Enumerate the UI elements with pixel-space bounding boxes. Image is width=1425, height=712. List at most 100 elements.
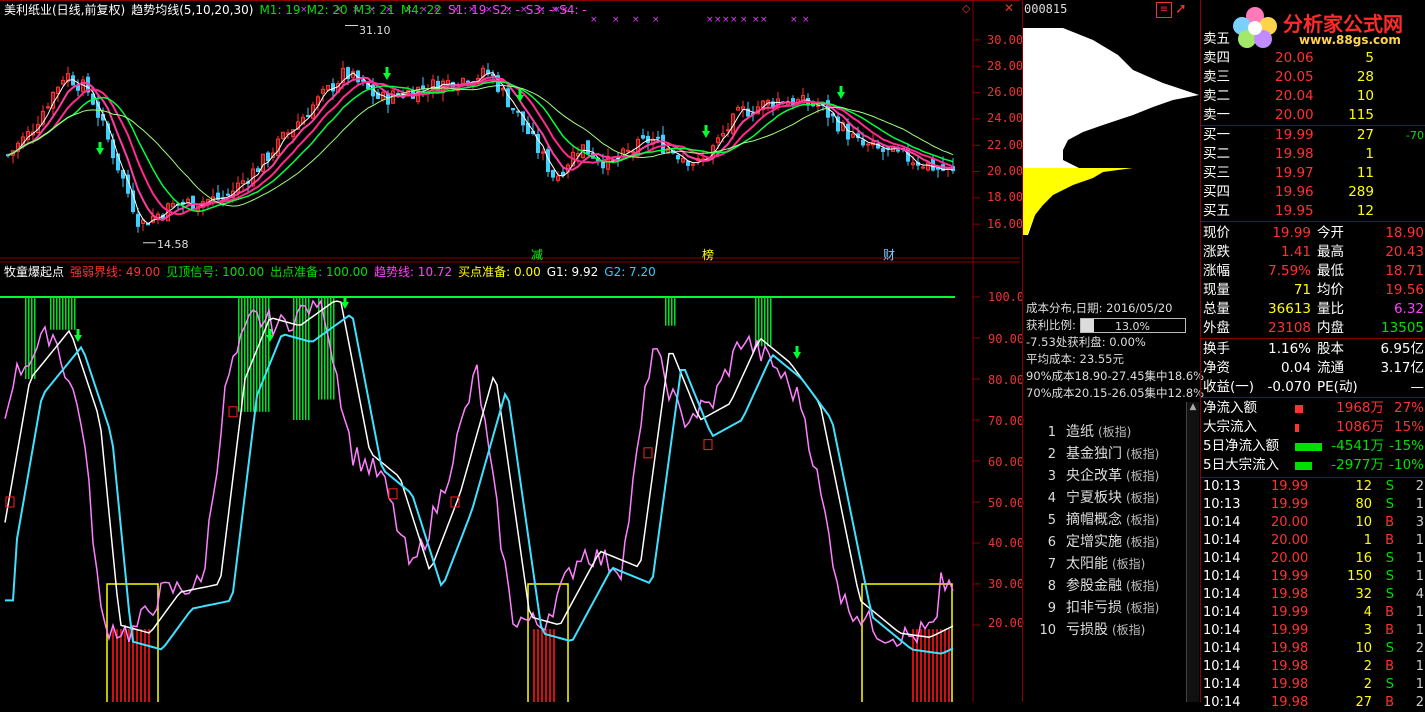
candlestick-chart[interactable]: × × × × × × × × × × × × × × ×× ×× × × × × × × × × × × × × bbox=[0, 0, 1020, 702]
price-tick: 28.00 bbox=[987, 59, 1024, 73]
sector-name[interactable]: 扣非亏损 bbox=[1066, 600, 1122, 616]
indicator-title[interactable]: 趋势均线(5,10,20,30) bbox=[131, 3, 253, 17]
arrow-icon[interactable]: ➚ bbox=[1175, 1, 1187, 17]
indicator-tick: 100.0 bbox=[988, 290, 1025, 304]
flow-row[interactable]: 5日净流入额 -4541万 -15% bbox=[1201, 437, 1425, 456]
ask-row[interactable]: 卖四 20.06 5 bbox=[1201, 49, 1425, 68]
m2-value: M2: 20 bbox=[306, 3, 348, 17]
bid-row[interactable]: 买二 19.98 1 bbox=[1201, 145, 1425, 164]
tick-row[interactable]: 10:13 19.99 80 S 1 bbox=[1201, 496, 1425, 514]
sector-name[interactable]: 亏损股 bbox=[1066, 622, 1108, 638]
quote-value: 19.56 bbox=[1385, 282, 1424, 298]
flow-row[interactable]: 大宗流入 1086万 15% bbox=[1201, 418, 1425, 437]
diamond-icon[interactable]: ◇ bbox=[962, 2, 970, 15]
bid-row[interactable]: 买四 19.96 289 bbox=[1201, 183, 1425, 202]
ask-volume: 10 bbox=[1356, 88, 1374, 104]
candle-body bbox=[896, 149, 900, 152]
sector-item[interactable]: 10 亏损股 (板指) bbox=[1036, 619, 1159, 641]
tick-row[interactable]: 10:14 19.99 4 B 1 bbox=[1201, 604, 1425, 622]
sector-name[interactable]: 参股金融 bbox=[1066, 578, 1122, 594]
sector-name[interactable]: 太阳能 bbox=[1066, 556, 1108, 572]
quote-row[interactable]: 总量 36613 量比 6.32 bbox=[1201, 300, 1425, 319]
tick-row[interactable]: 10:14 20.00 1 B 1 bbox=[1201, 532, 1425, 550]
flow-value: -2977万 bbox=[1331, 457, 1384, 473]
flow-row[interactable]: 净流入额 1968万 27% bbox=[1201, 399, 1425, 418]
sector-name[interactable]: 基金独门 bbox=[1066, 446, 1122, 462]
quote-row[interactable]: 现量 71 均价 19.56 bbox=[1201, 281, 1425, 300]
candle-body bbox=[921, 166, 925, 169]
document-icon[interactable]: ≡ bbox=[1156, 2, 1172, 18]
bid-row[interactable]: 买一 19.99 27 -70 bbox=[1201, 126, 1425, 145]
event-marker[interactable]: 财 bbox=[883, 246, 895, 263]
sector-item[interactable]: 9 扣非亏损 (板指) bbox=[1036, 597, 1160, 619]
tick-row[interactable]: 10:14 20.00 16 S 1 bbox=[1201, 550, 1425, 568]
tick-row[interactable]: 10:14 19.98 10 S 2 bbox=[1201, 640, 1425, 658]
top-signal-bar bbox=[62, 297, 64, 330]
sector-name[interactable]: 定增实施 bbox=[1066, 534, 1122, 550]
flow-row[interactable]: 5日大宗流入 -2977万 -10% bbox=[1201, 456, 1425, 475]
sector-item[interactable]: 8 参股金融 (板指) bbox=[1036, 575, 1160, 597]
tick-row[interactable]: 10:14 19.99 3 B 1 bbox=[1201, 622, 1425, 640]
signal-x-mark: × bbox=[652, 15, 660, 25]
sector-item[interactable]: 1 造纸 (板指) bbox=[1036, 421, 1159, 443]
flow-bar bbox=[1295, 462, 1312, 470]
bid-price: 19.98 bbox=[1275, 146, 1314, 162]
sector-scrollbar[interactable]: ▲ bbox=[1186, 402, 1199, 702]
tick-volume: 1 bbox=[1363, 533, 1372, 548]
ask-row[interactable]: 卖一 20.00 115 bbox=[1201, 106, 1425, 125]
tick-count: 2 bbox=[1415, 641, 1424, 656]
sector-name[interactable]: 造纸 bbox=[1066, 424, 1094, 440]
buy-signal-bar bbox=[553, 629, 555, 702]
tick-row[interactable]: 10:14 19.98 2 S 1 bbox=[1201, 676, 1425, 694]
book-separator bbox=[1201, 221, 1425, 222]
ask-row[interactable]: 卖三 20.05 28 bbox=[1201, 68, 1425, 87]
tick-list[interactable]: 10:13 19.99 12 S 2 10:13 19.99 80 S 1 10:14 20.00 10… bbox=[1201, 477, 1425, 712]
sector-item[interactable]: 5 摘帽概念 (板指) bbox=[1036, 509, 1160, 531]
buy-signal-bar bbox=[912, 629, 914, 702]
tick-volume: 2 bbox=[1363, 677, 1372, 692]
sector-item[interactable]: 4 宁夏板块 (板指) bbox=[1036, 487, 1160, 509]
quote-row[interactable]: 涨幅 7.59% 最低 18.71 bbox=[1201, 262, 1425, 281]
event-marker[interactable]: 榜 bbox=[702, 246, 714, 263]
main-chart-area[interactable]: × × × × × × × × × × × × × × × × × × × × × × × × × × × × × × 美利纸业(日线,前… bbox=[0, 0, 1024, 702]
quote-row[interactable]: 外盘 23108 内盘 13505 bbox=[1201, 319, 1425, 338]
tick-row[interactable]: 10:14 19.98 2 B 1 bbox=[1201, 658, 1425, 676]
indicator-tick: 40.00 bbox=[988, 536, 1025, 550]
sector-item[interactable]: 7 太阳能 (板指) bbox=[1036, 553, 1159, 575]
bid-label: 买三 bbox=[1203, 165, 1230, 181]
sector-name[interactable]: 宁夏板块 bbox=[1066, 490, 1122, 506]
scroll-up-icon[interactable]: ▲ bbox=[1187, 402, 1199, 412]
tick-row[interactable]: 10:14 19.98 27 B 2 bbox=[1201, 694, 1425, 712]
ask-row[interactable]: 卖二 20.04 10 bbox=[1201, 87, 1425, 106]
fundamental-value: 0.04 bbox=[1280, 360, 1311, 376]
fundamental-row[interactable]: 收益(一) -0.070 PE(动) — bbox=[1201, 378, 1425, 397]
stock-title[interactable]: 美利纸业(日线,前复权) bbox=[4, 3, 125, 17]
quote-row[interactable]: 现价 19.99 今开 18.90 bbox=[1201, 224, 1425, 243]
tick-row[interactable]: 10:14 19.99 150 S 1 bbox=[1201, 568, 1425, 586]
buy-signal-bar bbox=[924, 629, 926, 702]
flow-value: 1968万 bbox=[1336, 400, 1384, 416]
sector-name[interactable]: 央企改革 bbox=[1066, 468, 1122, 484]
event-marker[interactable]: 减 bbox=[531, 246, 543, 263]
buy-signal-bar bbox=[932, 629, 934, 702]
sector-item[interactable]: 3 央企改革 (板指) bbox=[1036, 465, 1160, 487]
sector-name[interactable]: 摘帽概念 bbox=[1066, 512, 1122, 528]
fundamental-row[interactable]: 换手 1.16% 股本 6.95亿 bbox=[1201, 340, 1425, 359]
top-signal-bar bbox=[671, 297, 673, 326]
flower-logo-icon bbox=[1233, 7, 1277, 48]
sector-item[interactable]: 6 定增实施 (板指) bbox=[1036, 531, 1160, 553]
bid-row[interactable]: 买三 19.97 11 bbox=[1201, 164, 1425, 183]
tick-row[interactable]: 10:13 19.99 12 S 2 bbox=[1201, 478, 1425, 496]
top-signal-bar bbox=[665, 297, 667, 326]
close-icon[interactable]: ✕ bbox=[1004, 1, 1014, 15]
indicator-name[interactable]: 牧童爆起点 bbox=[4, 265, 64, 279]
fundamental-row[interactable]: 净资 0.04 流通 3.17亿 bbox=[1201, 359, 1425, 378]
quote-row[interactable]: 涨跌 1.41 最高 20.43 bbox=[1201, 243, 1425, 262]
m1-value: M1: 19 bbox=[259, 3, 301, 17]
tick-row[interactable]: 10:14 19.98 32 S 4 bbox=[1201, 586, 1425, 604]
sector-item[interactable]: 2 基金独门 (板指) bbox=[1036, 443, 1160, 465]
tick-volume: 12 bbox=[1355, 479, 1372, 494]
tick-count: 1 bbox=[1415, 533, 1424, 548]
tick-row[interactable]: 10:14 20.00 10 B 3 bbox=[1201, 514, 1425, 532]
bid-row[interactable]: 买五 19.95 12 bbox=[1201, 202, 1425, 221]
